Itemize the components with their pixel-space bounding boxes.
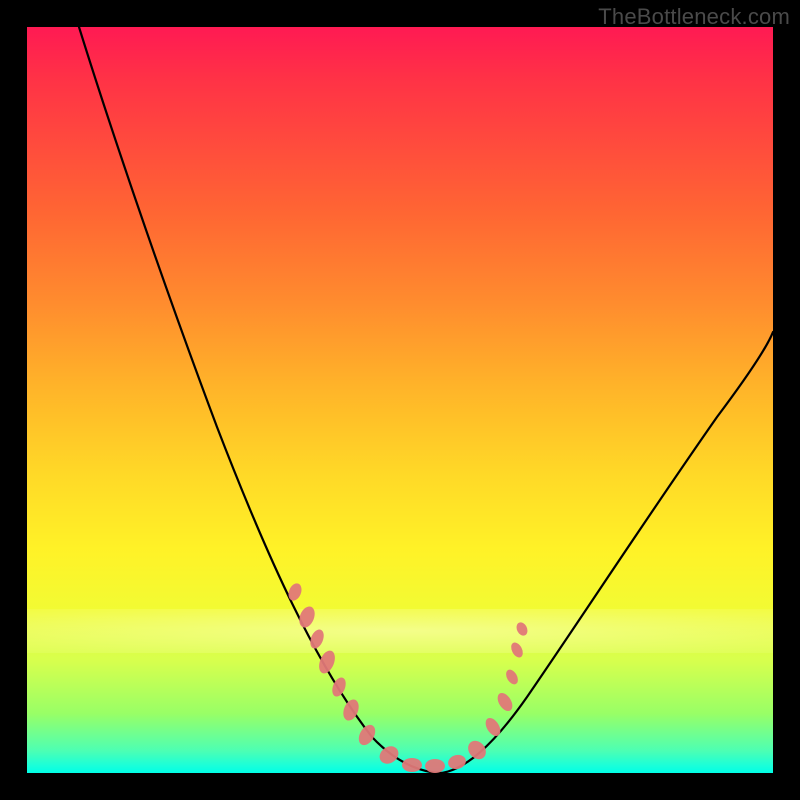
- curve-overlay: [27, 27, 773, 773]
- plot-area: [27, 27, 773, 773]
- right-curve: [442, 332, 773, 773]
- chart-frame: TheBottleneck.com: [0, 0, 800, 800]
- marker-group: [286, 581, 529, 773]
- left-curve: [79, 27, 442, 773]
- watermark-label: TheBottleneck.com: [598, 4, 790, 30]
